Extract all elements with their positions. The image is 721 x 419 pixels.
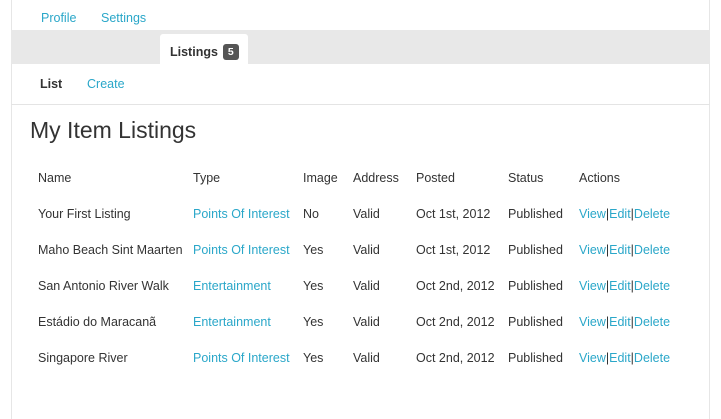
listings-count-badge: 5 <box>222 44 239 60</box>
row-actions: View|Edit|Delete <box>579 350 670 366</box>
tab-profile-label: Profile <box>41 11 77 25</box>
row-image-cell: No <box>303 207 319 221</box>
row-name-cell: Estádio do Maracanã <box>38 315 157 329</box>
subnav-create[interactable]: Create <box>87 76 125 92</box>
row-name-cell: Your First Listing <box>38 207 131 221</box>
subnav-divider <box>11 104 710 105</box>
column-header-image: Image <box>303 171 338 185</box>
row-status-cell: Published <box>508 243 563 257</box>
view-link[interactable]: View <box>579 351 606 365</box>
column-header-actions: Actions <box>579 171 620 185</box>
subnav-list[interactable]: List <box>40 76 62 92</box>
row-status-cell: Published <box>508 279 563 293</box>
column-header-status: Status <box>508 171 544 185</box>
row-image-cell: Yes <box>303 351 324 365</box>
column-header-posted: Posted <box>416 171 455 185</box>
column-header-name: Name <box>38 171 72 185</box>
edit-link[interactable]: Edit <box>609 243 631 257</box>
column-header-address: Address <box>353 171 399 185</box>
row-image-cell: Yes <box>303 315 324 329</box>
delete-link[interactable]: Delete <box>634 279 670 293</box>
view-link[interactable]: View <box>579 243 606 257</box>
row-name-cell: Maho Beach Sint Maarten <box>38 243 183 257</box>
row-posted-cell: Oct 2nd, 2012 <box>416 351 495 365</box>
row-address-cell: Valid <box>353 279 380 293</box>
row-posted-cell: Oct 2nd, 2012 <box>416 279 495 293</box>
row-posted-cell: Oct 2nd, 2012 <box>416 315 495 329</box>
row-image-cell: Yes <box>303 279 324 293</box>
row-actions: View|Edit|Delete <box>579 314 670 330</box>
view-link[interactable]: View <box>579 279 606 293</box>
edit-link[interactable]: Edit <box>609 279 631 293</box>
edit-link[interactable]: Edit <box>609 315 631 329</box>
tab-listings[interactable]: Listings 5 <box>160 34 248 68</box>
edit-link[interactable]: Edit <box>609 351 631 365</box>
tab-bar <box>11 30 710 64</box>
row-type-cell[interactable]: Points Of Interest <box>193 350 290 366</box>
row-address-cell: Valid <box>353 243 380 257</box>
row-address-cell: Valid <box>353 207 380 221</box>
row-actions: View|Edit|Delete <box>579 242 670 258</box>
tab-listings-label: Listings <box>170 45 218 59</box>
row-status-cell: Published <box>508 207 563 221</box>
row-image-cell: Yes <box>303 243 324 257</box>
page-title: My Item Listings <box>30 117 197 143</box>
row-address-cell: Valid <box>353 315 380 329</box>
edit-link[interactable]: Edit <box>609 207 631 221</box>
row-posted-cell: Oct 1st, 2012 <box>416 207 491 221</box>
column-header-type: Type <box>193 171 221 185</box>
delete-link[interactable]: Delete <box>634 207 670 221</box>
row-actions: View|Edit|Delete <box>579 206 670 222</box>
row-type-cell[interactable]: Entertainment <box>193 278 271 294</box>
tab-profile[interactable]: Profile <box>41 0 76 34</box>
row-posted-cell: Oct 1st, 2012 <box>416 243 491 257</box>
delete-link[interactable]: Delete <box>634 351 670 365</box>
delete-link[interactable]: Delete <box>634 243 670 257</box>
view-link[interactable]: View <box>579 207 606 221</box>
row-status-cell: Published <box>508 351 563 365</box>
delete-link[interactable]: Delete <box>634 315 670 329</box>
row-name-cell: Singapore River <box>38 351 128 365</box>
row-address-cell: Valid <box>353 351 380 365</box>
row-status-cell: Published <box>508 315 563 329</box>
row-name-cell: San Antonio River Walk <box>38 279 169 293</box>
row-type-cell[interactable]: Points Of Interest <box>193 242 290 258</box>
view-link[interactable]: View <box>579 315 606 329</box>
row-type-cell[interactable]: Entertainment <box>193 314 271 330</box>
row-type-cell[interactable]: Points Of Interest <box>193 206 290 222</box>
row-actions: View|Edit|Delete <box>579 278 670 294</box>
tab-settings-label: Settings <box>101 11 147 25</box>
tab-settings[interactable]: Settings <box>101 0 146 34</box>
